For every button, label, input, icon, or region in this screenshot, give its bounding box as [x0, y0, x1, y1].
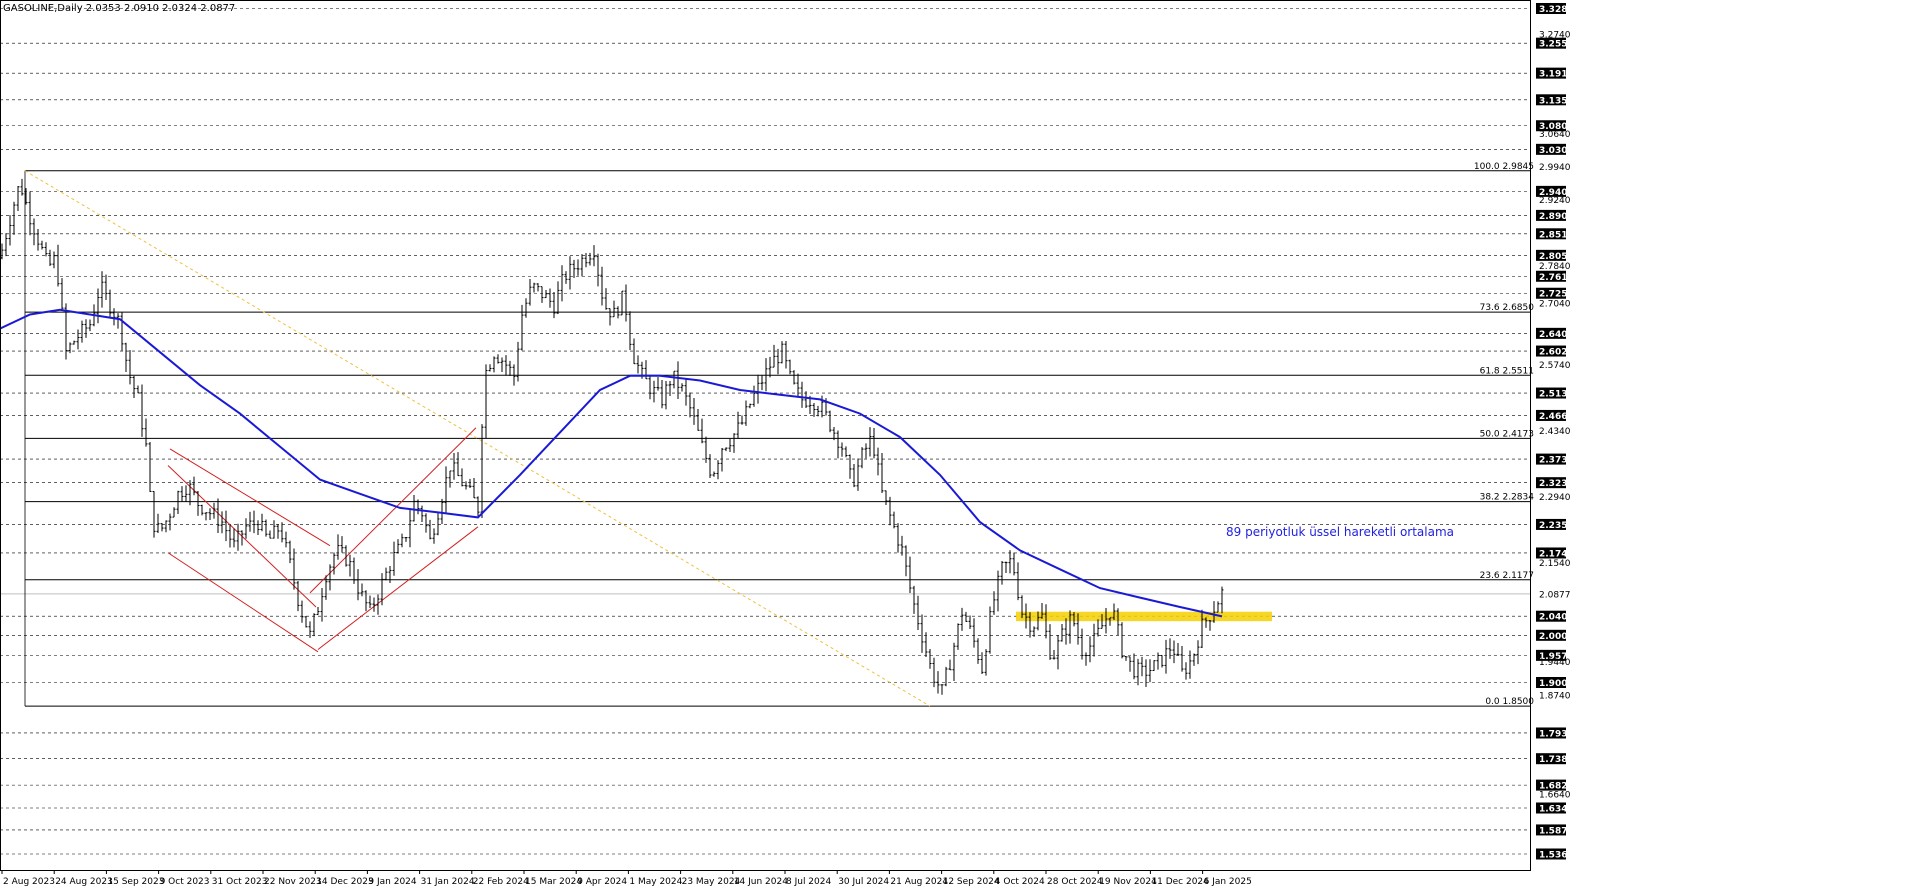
price-tick-label: 1.7930: [1539, 729, 1574, 739]
date-tick-label: 22 Feb 2024: [473, 877, 529, 887]
price-tick-label: 2.7040: [1539, 300, 1571, 310]
price-tick-label: 2.7250: [1539, 290, 1574, 300]
price-tick-label: 1.8740: [1539, 691, 1571, 701]
date-tick-label: 21 Aug 2024: [890, 877, 948, 887]
price-tick-label: 2.8900: [1539, 212, 1574, 222]
date-tick-label: 11 Dec 2024: [1151, 877, 1209, 887]
price-tick-label: 3.3285: [1539, 5, 1574, 15]
price-tick-label: 2.9240: [1539, 196, 1571, 206]
price-tick-label: 2.1745: [1539, 549, 1574, 559]
price-tick-label: 1.6340: [1539, 804, 1574, 814]
date-tick-label: 19 Nov 2024: [1099, 877, 1157, 887]
date-tick-label: 31 Oct 2023: [212, 877, 268, 887]
date-tick-label: 23 May 2024: [682, 877, 741, 887]
price-chart: 100.0 2.9845 73.6 2.6850 61.8 2.5511 50.0 2…: [0, 0, 1916, 888]
date-tick-label: 30 Jul 2024: [838, 877, 889, 887]
price-tick-label: 2.3735: [1539, 456, 1574, 466]
price-tick-label: 2.8510: [1539, 230, 1574, 240]
fibo-level-label: 73.6 2.6850: [1480, 303, 1535, 313]
price-tick-label: 2.0000: [1539, 632, 1574, 642]
date-tick-label: 15 Sep 2023: [107, 877, 164, 887]
date-tick-label: 4 Oct 2024: [995, 877, 1045, 887]
price-tick-label: 2.6400: [1539, 330, 1574, 340]
symbol-header: GASOLINE,Daily 2.0353 2.0910 2.0324 2.08…: [3, 3, 235, 14]
price-tick-label: 2.5740: [1539, 361, 1571, 371]
price-tick-label: 2.2350: [1539, 521, 1574, 531]
price-tick-label: 2.1540: [1539, 559, 1571, 569]
price-tick-label: 1.9000: [1539, 679, 1574, 689]
price-tick-label: 1.5365: [1539, 851, 1574, 861]
date-tick-label: 6 Jan 2025: [1204, 877, 1252, 887]
price-tick-label: 3.0300: [1539, 146, 1574, 156]
date-tick-label: 8 Jul 2024: [786, 877, 831, 887]
fibo-level-label: 100.0 2.9845: [1474, 162, 1534, 172]
date-tick-label: 12 Sep 2024: [943, 877, 1000, 887]
fibo-level-label: 23.6 2.1177: [1480, 571, 1534, 581]
date-tick-label: 31 Jan 2024: [421, 877, 475, 887]
date-tick-label: 24 Aug 2023: [55, 877, 113, 887]
price-tick-label: 2.9940: [1539, 163, 1571, 173]
date-tick-label: 22 Nov 2023: [264, 877, 322, 887]
price-tick-label: 2.0405: [1539, 613, 1574, 623]
price-tick-label: 2.3235: [1539, 479, 1574, 489]
price-tick-label: 2.2940: [1539, 493, 1571, 503]
fibo-level-label: 61.8 2.5511: [1480, 366, 1534, 376]
ema-annotation: 89 periyotluk üssel hareketli ortalama: [1226, 525, 1454, 539]
price-axis: 3.32853.27403.25503.19153.13503.08003.06…: [1536, 3, 1574, 861]
price-tick-label: 3.0640: [1539, 130, 1571, 140]
price-tick-label: 2.6025: [1539, 348, 1574, 358]
price-tick-label: 2.0877: [1539, 590, 1571, 600]
date-tick-label: 28 Oct 2024: [1047, 877, 1103, 887]
date-tick-label: 9 Apr 2024: [577, 877, 627, 887]
price-tick-label: 1.7385: [1539, 755, 1574, 765]
price-tick-label: 2.8053: [1539, 252, 1574, 262]
fibo-level-label: 38.2 2.2834: [1480, 493, 1535, 503]
date-tick-label: 9 Jan 2024: [368, 877, 416, 887]
price-tick-label: 3.1350: [1539, 96, 1574, 106]
fibo-level-label: 50.0 2.4173: [1480, 429, 1534, 439]
price-tick-label: 2.4660: [1539, 412, 1574, 422]
price-tick-label: 3.1915: [1539, 70, 1574, 80]
price-tick-label: 2.4340: [1539, 427, 1571, 437]
price-tick-label: 1.6640: [1539, 790, 1571, 800]
date-tick-label: 2 Aug 2023: [3, 877, 55, 887]
price-tick-label: 2.7610: [1539, 273, 1574, 283]
date-tick-label: 14 Dec 2023: [316, 877, 374, 887]
resistance-zone: [1016, 611, 1272, 622]
date-tick-label: 15 Mar 2024: [525, 877, 582, 887]
price-tick-label: 3.2550: [1539, 40, 1574, 50]
price-tick-label: 1.5875: [1539, 826, 1574, 836]
date-tick-label: 9 Oct 2023: [160, 877, 210, 887]
fibo-level-label: 0.0 1.8500: [1485, 697, 1534, 707]
date-tick-label: 1 May 2024: [629, 877, 682, 887]
date-tick-label: 14 Jun 2024: [734, 877, 788, 887]
price-tick-label: 2.5135: [1539, 390, 1574, 400]
price-tick-label: 2.7840: [1539, 262, 1571, 272]
price-tick-label: 1.9440: [1539, 658, 1571, 668]
